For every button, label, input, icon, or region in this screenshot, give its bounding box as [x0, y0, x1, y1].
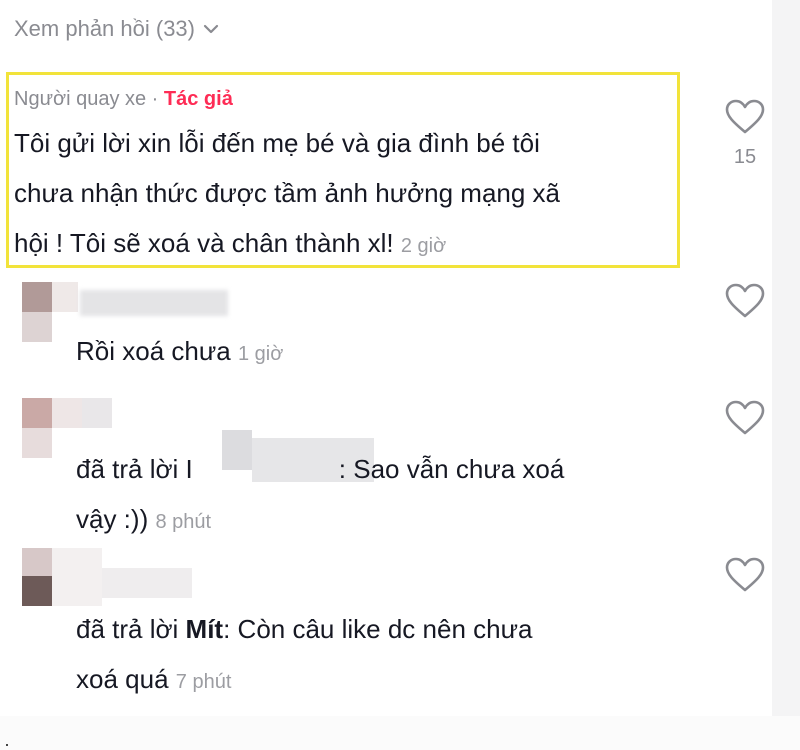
avatar[interactable]	[22, 548, 192, 606]
comment-text: đã trả lời I: Sao vẫn chưa xoá vậy :)) 8…	[76, 444, 564, 547]
like-count: 15	[733, 146, 757, 168]
heart-icon[interactable]	[725, 99, 765, 135]
author-separator: ·	[146, 88, 164, 110]
comment-line: chưa nhận thức được tầm ảnh hưởng mạng x…	[14, 178, 561, 208]
reply-name-fragment: I	[185, 454, 193, 484]
comment-time: 7 phút	[175, 671, 232, 693]
comment-author-name[interactable]: Người quay xe	[14, 88, 146, 110]
divider	[6, 744, 8, 746]
comment-time: 1 giờ	[237, 343, 284, 365]
comment-line: đã trả lời I: Sao vẫn chưa xoá	[76, 454, 565, 484]
view-replies-button[interactable]: Xem phản hồi (33)	[14, 16, 221, 42]
comments-panel: Xem phản hồi (33) Người quay xe · Tác gi…	[0, 0, 772, 716]
comment-text: Rồi xoá chưa 1 giờ	[76, 326, 283, 379]
scrollbar-track[interactable]	[772, 0, 800, 716]
heart-icon[interactable]	[725, 283, 765, 319]
comment-line: hội ! Tôi sẽ xoá và chân thành xl! 2 giờ	[14, 228, 447, 258]
comment-author-line: Người quay xe · Tác giả	[14, 88, 233, 111]
bottom-bar	[0, 716, 800, 750]
author-tag-badge: Tác giả	[163, 88, 233, 110]
comment-line: xoá quá 7 phút	[76, 664, 232, 694]
heart-icon[interactable]	[725, 557, 765, 593]
comment-text: Tôi gửi lời xin lỗi đến mẹ bé và gia đìn…	[14, 118, 560, 271]
comment-time: 8 phút	[155, 511, 212, 533]
comment-line: Rồi xoá chưa 1 giờ	[76, 336, 284, 366]
view-replies-label: Xem phản hồi (33)	[14, 16, 195, 41]
reply-to-name[interactable]: Mít	[186, 614, 224, 644]
comment-line: Tôi gửi lời xin lỗi đến mẹ bé và gia đìn…	[14, 128, 540, 158]
chevron-down-icon	[203, 24, 219, 34]
comment-time: 2 giờ	[400, 235, 447, 257]
avatar[interactable]	[22, 282, 78, 342]
redacted-username	[80, 290, 228, 316]
comment-line: vậy :)) 8 phút	[76, 504, 212, 534]
comment-text: đã trả lời Mít: Còn câu like dc nên chưa…	[76, 604, 532, 707]
comment-line: đã trả lời Mít: Còn câu like dc nên chưa	[76, 614, 533, 644]
heart-icon[interactable]	[725, 400, 765, 436]
